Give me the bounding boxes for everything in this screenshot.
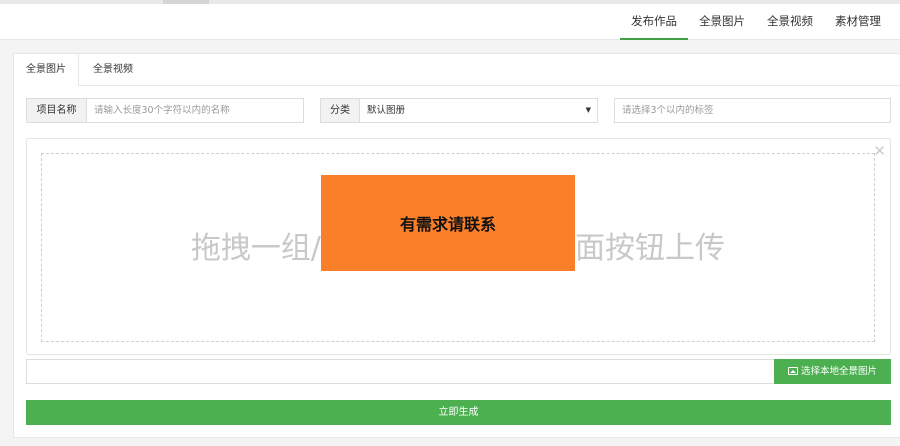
top-nav: 发布作品 全景图片 全景视频 素材管理 <box>620 4 892 40</box>
top-bar: 发布作品 全景图片 全景视频 素材管理 <box>0 0 900 40</box>
close-icon[interactable]: ✕ <box>873 144 886 159</box>
project-name-group: 项目名称 请输入长度30个字符以内的名称 <box>26 98 304 123</box>
select-local-panorama-button[interactable]: 选择本地全景图片 <box>774 359 891 384</box>
publish-card: 全景图片 全景视频 项目名称 请输入长度30个字符以内的名称 分类 默认图册 ▼… <box>13 53 900 438</box>
nav-panorama-images[interactable]: 全景图片 <box>688 4 756 40</box>
tab-bar: 全景图片 全景视频 <box>14 54 900 86</box>
nav-asset-management[interactable]: 素材管理 <box>824 4 892 40</box>
category-select[interactable]: 默认图册 ▼ <box>359 98 598 123</box>
category-label: 分类 <box>320 98 360 123</box>
generate-now-button[interactable]: 立即生成 <box>26 400 891 425</box>
tags-group: 请选择3个以内的标签 <box>614 98 891 123</box>
contact-overlay-banner: 有需求请联系 <box>321 175 575 271</box>
select-local-panorama-label: 选择本地全景图片 <box>800 366 877 377</box>
project-name-label: 项目名称 <box>26 98 87 123</box>
tags-input[interactable]: 请选择3个以内的标签 <box>614 98 891 123</box>
nav-panorama-videos[interactable]: 全景视频 <box>756 4 824 40</box>
nav-publish-works[interactable]: 发布作品 <box>620 4 688 40</box>
category-selected-value: 默认图册 <box>367 105 406 116</box>
category-group: 分类 默认图册 ▼ <box>320 98 598 123</box>
project-name-input[interactable]: 请输入长度30个字符以内的名称 <box>86 98 304 123</box>
file-select-bar: 选择本地全景图片 <box>26 359 891 384</box>
drop-hint-right: 面按钮上传 <box>575 231 726 266</box>
contact-overlay-text: 有需求请联系 <box>399 215 496 234</box>
image-icon <box>787 367 798 375</box>
upload-drop-zone[interactable]: ✕ 拖拽一组/面按钮上传 有需求请联系 <box>26 138 891 355</box>
drop-hint-left: 拖拽一组/ <box>190 231 322 266</box>
tab-panorama-images[interactable]: 全景图片 <box>14 54 79 86</box>
file-path-input[interactable] <box>26 359 775 384</box>
tab-panorama-videos[interactable]: 全景视频 <box>81 54 145 86</box>
caret-down-icon: ▼ <box>585 106 591 114</box>
top-stripe-segment <box>163 0 209 4</box>
